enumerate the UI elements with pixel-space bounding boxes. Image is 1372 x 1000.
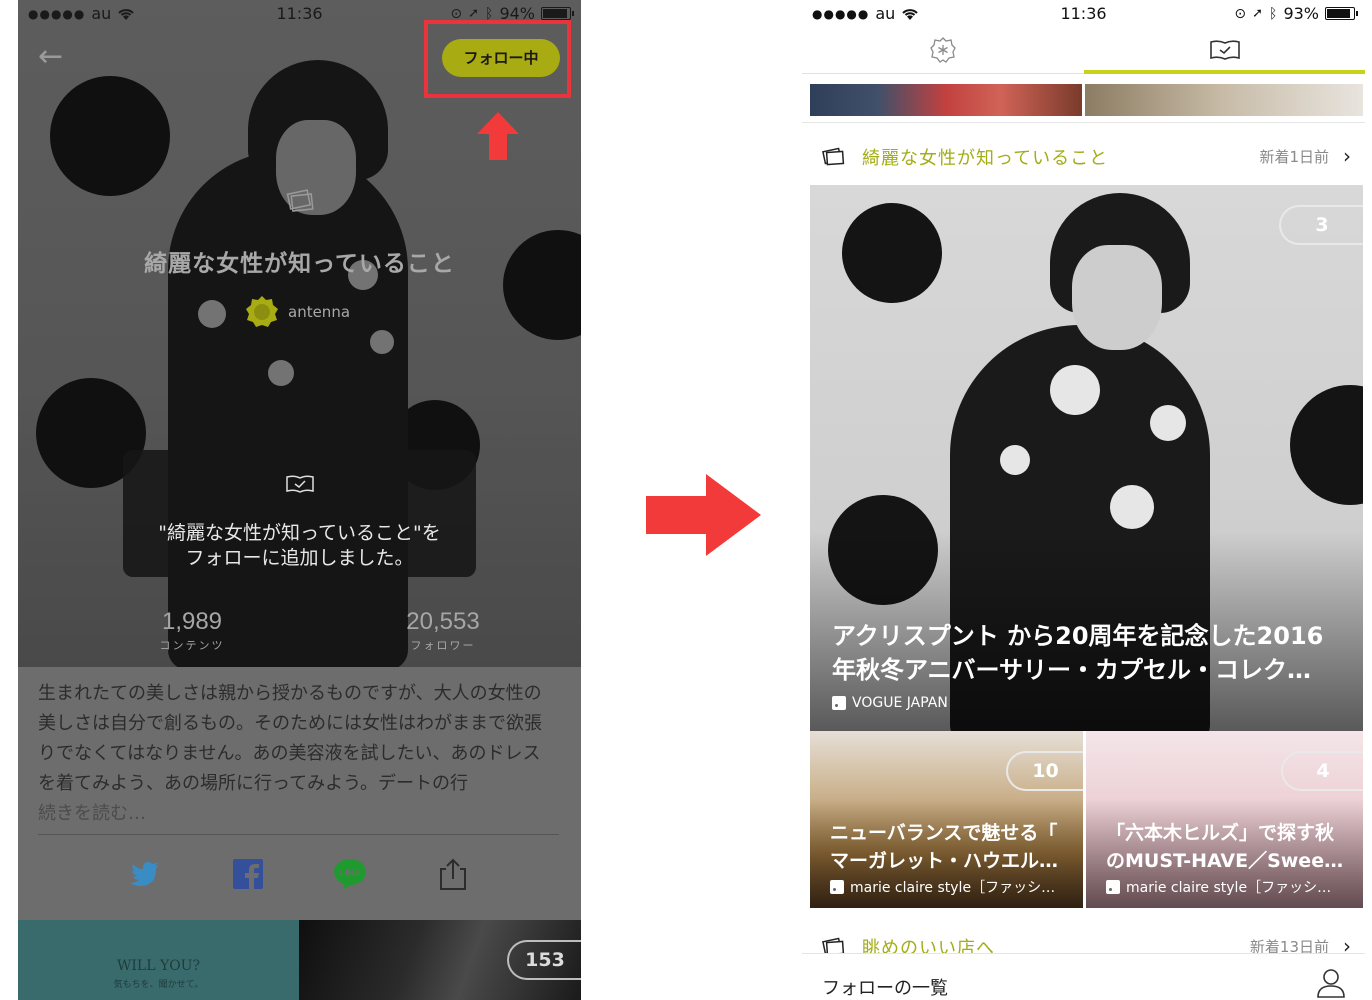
active-tab-indicator: [1084, 70, 1365, 74]
battery-icon: [1325, 7, 1358, 20]
feature-card[interactable]: 3 アクリスプント から20周年を記念した2016 年秋冬アニバーサリー・カプセ…: [810, 185, 1363, 731]
status-bar: ●●●●● au 11:36 ⊙ ➚ ᛒ 93%: [802, 0, 1365, 28]
battery-percent: 93%: [1283, 4, 1319, 23]
lock-rotation-icon: ⊙: [1234, 5, 1247, 22]
right-screen: ●●●●● au 11:36 ⊙ ➚ ᛒ 93% 綺麗な女性が知っていること 新…: [802, 0, 1365, 1000]
tile-bw-photo[interactable]: 153: [299, 920, 581, 1000]
antenna-logo-icon: [246, 296, 278, 327]
follow-list-link[interactable]: フォローの一覧: [822, 974, 948, 1000]
sub-card-2-title-line1: 「六本木ヒルズ」で探す秋: [1106, 822, 1335, 844]
tile-title: WILL YOU?: [117, 958, 200, 974]
category-header-2[interactable]: 眺めのいい店へ 新着13日前 ›: [802, 920, 1365, 954]
left-screen: ●●●●● au 11:36 ⊙ ➚ ᛒ 94% ← フォロー中 綺麗な女性が知…: [18, 0, 581, 1000]
battery-fill: [1327, 9, 1350, 18]
sub-card-1[interactable]: 10 ニューバランスで魅せる「 マーガレット・ハウエル… marie clair…: [810, 731, 1083, 908]
antenna-flower-icon: [929, 37, 956, 63]
twitter-icon[interactable]: [128, 857, 162, 891]
sub-card-1-source-name: marie claire style［ファッシ…: [850, 880, 1056, 896]
chevron-right-icon: ›: [1343, 934, 1351, 954]
category-updated: 新着13日前: [1249, 938, 1329, 954]
sub-card-2-count: 4: [1281, 751, 1363, 791]
related-tiles: WILL YOU? 気もちを、聞かせて。 153: [18, 920, 581, 1000]
facebook-icon[interactable]: [231, 857, 265, 891]
contents-stat[interactable]: 1,989 コンテンツ: [122, 608, 262, 653]
sub-card-1-count: 10: [1006, 751, 1083, 791]
feature-source-name: VOGUE JAPAN: [852, 695, 948, 711]
description-section: 生まれたての美しさは親から授かるものですが、大人の女性の美しさは自分で創るもの。…: [18, 667, 581, 920]
tab-home[interactable]: [802, 26, 1083, 74]
category-icon: [822, 937, 845, 954]
svg-text:LINE: LINE: [340, 868, 361, 878]
tab-bar: [802, 26, 1365, 74]
tile-count-badge: 153: [507, 940, 581, 980]
back-arrow-icon[interactable]: ←: [38, 40, 72, 74]
divider: [802, 122, 1365, 123]
description-text: 生まれたての美しさは親から授かるものですが、大人の女性の美しさは自分で創るもの。…: [38, 683, 542, 794]
contents-label: コンテンツ: [159, 639, 225, 652]
red-right-arrow-icon: [646, 474, 761, 556]
category-title: 綺麗な女性が知っていること: [862, 148, 1109, 169]
follow-toast: "綺麗な女性が知っていること"を フォローに追加しました。: [123, 450, 476, 577]
red-up-arrow-icon: [477, 112, 519, 160]
feature-title: アクリスプント から20周年を記念した2016 年秋冬アニバーサリー・カプセル・…: [832, 619, 1342, 687]
follow-book-icon: [286, 475, 314, 493]
category-header-1[interactable]: 綺麗な女性が知っていること 新着1日前 ›: [802, 130, 1365, 180]
category-updated: 新着1日前: [1259, 148, 1329, 166]
sub-card-1-title-line1: ニューバランスで魅せる「: [830, 822, 1058, 844]
profile-icon[interactable]: [1315, 966, 1347, 998]
rss-icon: [830, 880, 844, 894]
category-icon: [286, 189, 314, 212]
category-title: 綺麗な女性が知っていること: [144, 251, 455, 277]
contents-count: 1,989: [161, 608, 223, 635]
feature-source: VOGUE JAPAN: [832, 695, 948, 711]
bottom-bar: フォローの一覧: [802, 953, 1365, 1000]
location-icon: ➚: [468, 6, 480, 21]
sub-card-2[interactable]: 4 「六本木ヒルズ」で探す秋 のMUST-HAVE／Swee… marie cl…: [1086, 731, 1363, 908]
followers-stat[interactable]: 20,553 フォロワー: [373, 608, 513, 653]
bluetooth-icon: ᛒ: [1269, 5, 1278, 22]
share-row: LINE: [18, 857, 581, 897]
category-icon: [822, 147, 845, 166]
strip-thumb-2: [1085, 84, 1363, 116]
tile-will-you[interactable]: WILL YOU? 気もちを、聞かせて。: [18, 920, 299, 1000]
sub-card-1-source: marie claire style［ファッシ…: [830, 877, 1055, 897]
battery-icon: [541, 7, 574, 20]
sub-card-2-source-name: marie claire style［ファッシ…: [1126, 880, 1332, 896]
sub-card-2-title: 「六本木ヒルズ」で探す秋 のMUST-HAVE／Swee…: [1106, 819, 1346, 875]
rss-icon: [1106, 880, 1120, 894]
share-icon[interactable]: [436, 857, 470, 891]
read-more-link[interactable]: 続きを読む…: [38, 799, 146, 825]
sub-card-2-title-line2: のMUST-HAVE／Swee…: [1106, 850, 1344, 872]
line-icon[interactable]: LINE: [333, 857, 367, 891]
rss-icon: [832, 696, 846, 710]
followers-count: 20,553: [406, 608, 480, 635]
sub-card-1-title: ニューバランスで魅せる「 マーガレット・ハウエル…: [830, 819, 1070, 875]
previous-items-strip[interactable]: [810, 84, 1363, 116]
toast-line1: "綺麗な女性が知っていること"を: [158, 522, 441, 544]
location-icon: ➚: [1252, 6, 1264, 21]
divider: [38, 834, 559, 835]
tile-subtitle: 気もちを、聞かせて。: [113, 980, 204, 990]
feature-count-badge: 3: [1279, 205, 1363, 245]
sub-card-2-source: marie claire style［ファッシ…: [1106, 877, 1331, 897]
sub-card-1-title-line2: マーガレット・ハウエル…: [830, 850, 1059, 872]
followers-label: フォロワー: [410, 639, 476, 652]
author-name: antenna: [288, 303, 351, 321]
toast-line2: フォローに追加しました。: [185, 547, 414, 569]
category-title: 眺めのいい店へ: [862, 938, 995, 954]
feature-title-line1: アクリスプント から20周年を記念した2016: [832, 622, 1324, 650]
following-button[interactable]: フォロー中: [442, 39, 560, 77]
chevron-right-icon: ›: [1343, 144, 1351, 168]
feature-title-line2: 年秋冬アニバーサリー・カプセル・コレク…: [832, 656, 1312, 684]
tab-following[interactable]: [1084, 26, 1365, 74]
follow-book-icon: [1209, 40, 1240, 60]
strip-thumb-1: [810, 84, 1082, 116]
author[interactable]: antenna: [244, 294, 350, 330]
battery-fill: [543, 9, 567, 18]
